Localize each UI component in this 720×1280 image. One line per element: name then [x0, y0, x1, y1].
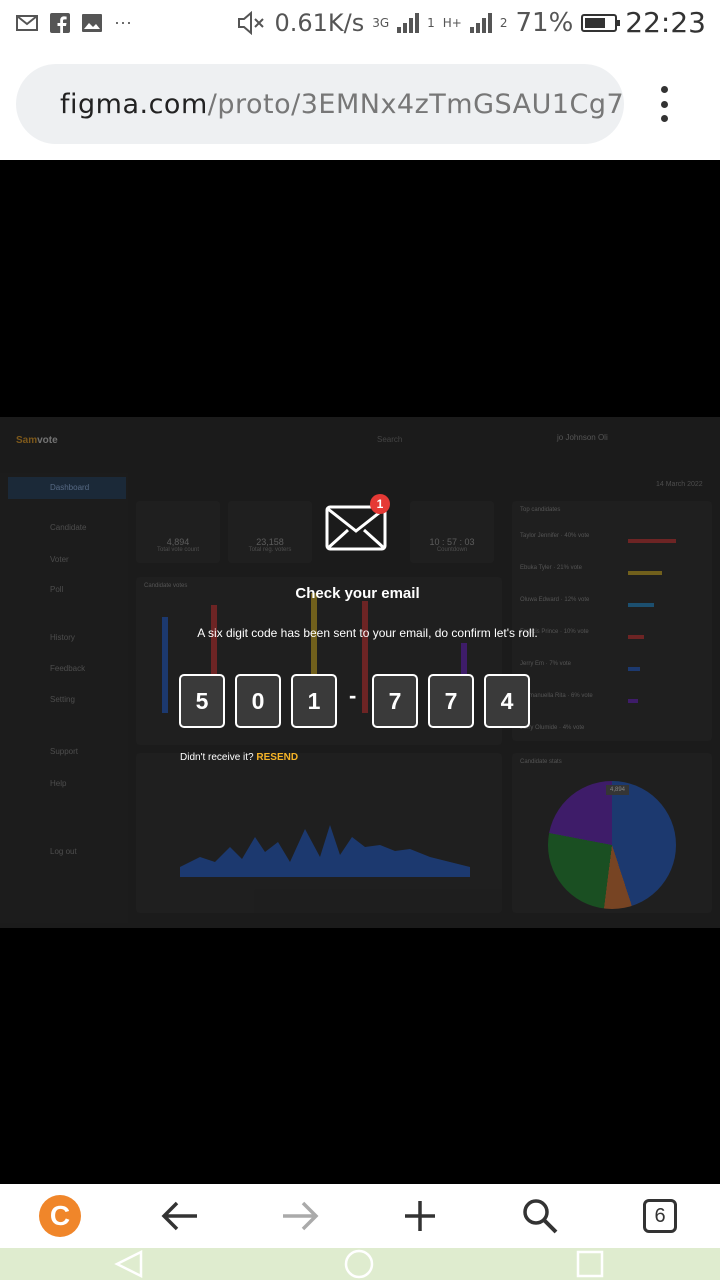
code-digit-3[interactable]: 1: [291, 674, 337, 728]
url-domain: figma.com: [60, 88, 208, 120]
code-digit-2[interactable]: 0: [235, 674, 281, 728]
tabs-button[interactable]: 6: [636, 1192, 684, 1240]
more-icon: ···: [114, 12, 132, 32]
plus-icon: [405, 1201, 435, 1231]
browser-menu-icon[interactable]: [658, 86, 670, 122]
arrow-left-icon: [161, 1201, 197, 1231]
facebook-icon: [50, 12, 70, 33]
network-type-1: 3G: [372, 15, 390, 30]
status-bar: ··· 0.61K/s 3G 1 H+ 2 71% 22:23: [0, 0, 720, 48]
page-content: Samvote Search jo Johnson Oli Dashboard …: [0, 160, 720, 1184]
clock: 22:23: [625, 6, 706, 39]
code-digit-6[interactable]: 4: [484, 674, 530, 728]
gmail-icon: [16, 14, 38, 31]
search-icon: [523, 1199, 558, 1234]
network-type-2: H+: [442, 15, 462, 30]
resend-link[interactable]: RESEND: [256, 752, 298, 763]
notification-badge: 1: [370, 494, 390, 514]
system-recents-icon[interactable]: [576, 1250, 604, 1278]
status-indicators: 0.61K/s 3G 1 H+ 2 71% 22:23: [236, 6, 706, 39]
signal-2-icon: [469, 12, 492, 33]
resend-prompt: Didn't receive it?: [180, 752, 254, 763]
resend-row: Didn't receive it? RESEND: [180, 752, 298, 763]
sim-2-label: 2: [499, 15, 508, 30]
battery-percent: 71%: [515, 7, 574, 38]
browser-bottom-nav: C 6: [0, 1184, 720, 1248]
url-path: /proto/3EMNx4zTmGSAU1Cg7: [207, 88, 625, 120]
browser-toolbar: figma.com/proto/3EMNx4zTmGSAU1Cg7: [0, 48, 720, 160]
modal-subtitle: A six digit code has been sent to your e…: [197, 626, 538, 640]
back-button[interactable]: [156, 1192, 204, 1240]
sim-1-label: 1: [427, 15, 435, 30]
system-navigation-bar: [0, 1248, 720, 1280]
code-digit-1[interactable]: 5: [179, 674, 225, 728]
tabs-count: 6: [643, 1199, 677, 1233]
prototype-frame: Samvote Search jo Johnson Oli Dashboard …: [0, 417, 720, 928]
forward-button[interactable]: [276, 1192, 324, 1240]
browser-logo-icon: C: [39, 1195, 81, 1237]
code-digit-5[interactable]: 7: [428, 674, 474, 728]
new-tab-button[interactable]: [396, 1192, 444, 1240]
notification-icons: ···: [16, 12, 132, 33]
speaker-mute-icon: [238, 10, 265, 35]
search-button[interactable]: [516, 1192, 564, 1240]
address-bar[interactable]: figma.com/proto/3EMNx4zTmGSAU1Cg7: [16, 64, 624, 144]
system-back-icon[interactable]: [114, 1250, 144, 1278]
code-digit-4[interactable]: 7: [372, 674, 418, 728]
signal-1-icon: [397, 12, 420, 33]
network-speed: 0.61K/s: [274, 8, 365, 37]
arrow-right-icon: [283, 1201, 319, 1231]
code-separator: -: [349, 683, 357, 708]
system-home-icon[interactable]: [343, 1249, 375, 1279]
url-text[interactable]: figma.com/proto/3EMNx4zTmGSAU1Cg7: [60, 89, 624, 120]
battery-icon: [581, 13, 621, 32]
verify-email-modal: 1 Check your email A six digit code has …: [0, 417, 720, 928]
gallery-icon: [82, 13, 102, 32]
browser-home-logo[interactable]: C: [36, 1192, 84, 1240]
modal-title: Check your email: [295, 585, 420, 602]
